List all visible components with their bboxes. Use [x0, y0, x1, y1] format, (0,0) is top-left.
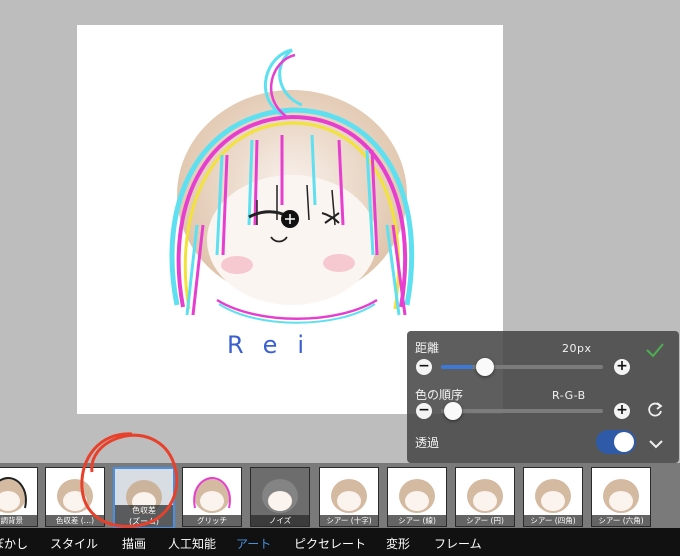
filter-thumb-label: シアー (六角) — [592, 515, 650, 526]
distance-label: 距離 — [415, 341, 440, 355]
filter-thumb-label: グリッチ — [183, 515, 241, 526]
filter-thumbnail-strip[interactable]: ガ調背景色収差 (…) 色収差 (ズーム) グリッチノイズシアー (十字) シアー (… — [0, 463, 680, 529]
tab-6[interactable]: 変形 — [386, 535, 410, 552]
tab-3[interactable]: 人工知能 — [168, 535, 216, 552]
filter-thumb-6[interactable]: シアー (線) — [387, 467, 447, 527]
filter-thumb-label: 色収差 (…) — [46, 515, 104, 526]
filter-thumb-4[interactable]: ノイズ — [250, 467, 310, 527]
transparency-toggle-knob — [614, 432, 634, 452]
transparency-toggle[interactable] — [596, 430, 636, 454]
check-icon[interactable] — [645, 341, 665, 363]
filter-thumb-2[interactable]: 色収差 (ズーム) — [113, 467, 175, 529]
color-order-slider-track[interactable] — [441, 409, 603, 413]
color-order-minus-button[interactable]: − — [416, 403, 432, 419]
distance-slider-fill — [441, 365, 474, 369]
color-order-slider-handle[interactable] — [444, 402, 462, 420]
distance-minus-button[interactable]: − — [416, 359, 432, 375]
category-tab-bar: ぼかし スタイル 描画 人工知能 アート ピクセレート 変形 フレーム — [0, 528, 680, 556]
chevron-down-icon[interactable] — [647, 435, 665, 454]
distance-value: 20px — [562, 342, 592, 355]
distance-slider-handle[interactable] — [476, 358, 495, 376]
filter-thumb-3[interactable]: グリッチ — [182, 467, 242, 527]
filter-settings-panel: 距離 20px − + 色の順序 R-G-B − + 透過 — [407, 331, 679, 463]
filter-thumb-label: ガ調背景 — [0, 515, 37, 526]
filter-thumb-5[interactable]: シアー (十字) — [319, 467, 379, 527]
distance-plus-button[interactable]: + — [614, 359, 630, 375]
filter-thumb-label: シアー (円) — [456, 515, 514, 526]
filter-thumb-0[interactable]: ガ調背景 — [0, 467, 38, 527]
tab-5[interactable]: ピクセレート — [294, 535, 366, 552]
tab-4[interactable]: アート — [236, 535, 271, 552]
filter-thumb-label: ノイズ — [251, 515, 309, 526]
filter-thumb-label: シアー (線) — [388, 515, 446, 526]
color-order-plus-button[interactable]: + — [614, 403, 630, 419]
color-order-label: 色の順序 — [415, 388, 464, 402]
tab-2[interactable]: 描画 — [122, 535, 146, 552]
transparency-label: 透過 — [415, 436, 440, 450]
filter-thumb-8[interactable]: シアー (四角) — [523, 467, 583, 527]
tab-0[interactable]: ぼかし — [0, 535, 28, 552]
filter-thumb-9[interactable]: シアー (六角) — [591, 467, 651, 527]
filter-thumb-1[interactable]: 色収差 (…) — [45, 467, 105, 527]
distance-slider-track[interactable] — [441, 365, 603, 369]
filter-thumb-label: シアー (四角) — [524, 515, 582, 526]
artwork-text: Rei — [227, 331, 324, 359]
color-order-value: R-G-B — [552, 389, 586, 402]
tab-1[interactable]: スタイル — [50, 535, 98, 552]
filter-thumb-7[interactable]: シアー (円) — [455, 467, 515, 527]
reset-icon[interactable] — [646, 401, 664, 423]
tab-7[interactable]: フレーム — [434, 535, 482, 552]
filter-thumb-label: シアー (十字) — [320, 515, 378, 526]
filter-thumb-label: 色収差 (ズーム) — [115, 505, 173, 527]
